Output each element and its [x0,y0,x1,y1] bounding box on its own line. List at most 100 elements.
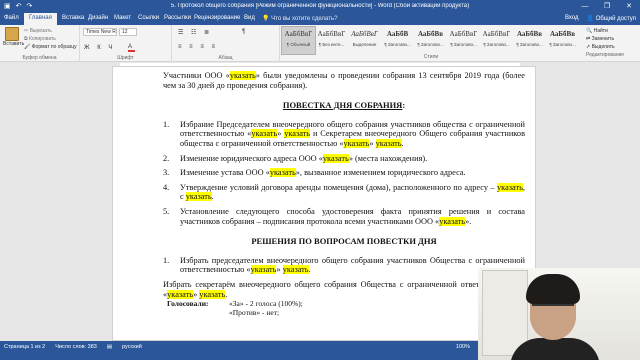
votes-block: Голосовали: «За» - 2 голоса (100%); «Про… [163,299,525,317]
decision-item: 1. Избрать председателем внеочередного об… [163,256,525,275]
clipboard-group-label: Буфер обмена [22,55,57,61]
save-icon[interactable]: ▣ [4,2,11,10]
signin-link[interactable]: Вход [565,15,579,22]
style-name: ¶ Заголово... [417,42,444,47]
style-name: ¶ Заголово... [483,42,510,47]
minimize-button[interactable]: — [574,0,596,13]
secretary-paragraph: Избрать секретарём внеочередного общего … [163,280,525,299]
font-group: Times New R 12 Ж К Ч A Шрифт [80,25,172,62]
search-icon: 🔍 [586,28,594,34]
tell-me-search[interactable]: 💡 Что вы хотите сделать? [262,15,337,22]
font-group-label: Шрифт [117,55,134,61]
tab-file[interactable]: Файл [4,15,19,21]
agenda-item: 3. Изменение устава ООО «указать», вызван… [163,168,525,178]
share-button[interactable]: 👤 Общий доступ [587,15,636,22]
redo-icon[interactable]: ↷ [27,2,33,10]
style-sample: АаБбВвГ [351,30,378,38]
title-bar: ▣ ↶ ↷ 5. Протокол общего собрания [Режим… [0,0,640,13]
style-heading-5[interactable]: АаБбВв ¶ Заголово... [513,27,546,54]
pilcrow-icon[interactable]: ¶ [242,29,248,35]
maximize-button[interactable]: ❐ [596,0,618,13]
highlighted-text: указать [251,129,278,139]
style-name: ¶ Заголово... [384,42,411,47]
text-run: » [276,265,283,275]
tab-insert[interactable]: Вставка [62,15,84,21]
format-painter-button[interactable]: 🖌 Формат по образцу [24,44,77,50]
tab-mailings[interactable]: Рассылки [164,15,191,21]
style-heading-6[interactable]: АаБбВв ¶ Заголово... [546,27,579,54]
style-heading-1[interactable]: АаБбВ ¶ Заголово... [381,27,414,54]
font-color-icon[interactable]: A [128,44,136,52]
highlighted-text: указать [269,168,296,178]
webcam-person-glasses [532,304,574,312]
tab-references[interactable]: Ссылки [138,15,159,21]
font-name-select[interactable]: Times New R [83,28,117,36]
zoom-level[interactable]: 100% [456,344,470,350]
find-button[interactable]: 🔍 Найти [586,27,624,35]
highlighted-text: указать [439,216,466,226]
highlighted-text: указать [343,138,370,148]
highlighted-text: указать [375,138,402,148]
undo-icon[interactable]: ↶ [16,2,22,10]
agenda-item: 2. Изменение юридического адреса ООО «ука… [163,153,525,164]
replace-button[interactable]: ⇄ Заменить [586,35,624,43]
ribbon-tabs: Файл Главная Вставка Дизайн Макет Ссылки… [0,13,640,25]
list-buttons-icon[interactable]: ☰ ☷ ≣ [178,29,212,36]
heading-colon: : [402,100,406,111]
style-name: ¶ Заголово... [549,42,576,47]
tab-view[interactable]: Вид [244,15,255,21]
copy-button[interactable]: ⧉ Копировать [24,36,56,42]
document-body[interactable]: Участники ООО «указать» были уведомлены … [163,71,525,317]
style-sample: АаБбВв [549,30,576,38]
language-indicator[interactable]: русский [122,344,142,350]
select-button[interactable]: ➚ Выделить [586,43,624,51]
style-emphasis[interactable]: АаБбВвГ Выделение [348,27,381,54]
align-buttons-icon[interactable]: ≡ ≡ ≡ ≡ [178,44,218,50]
highlighted-text: указать [497,182,523,192]
text-run: . [401,138,404,148]
bold-italic-underline-buttons[interactable]: Ж К Ч [84,45,115,51]
votes-spacer [163,308,229,317]
clipboard-icon [5,27,19,41]
text-run: . [225,289,228,299]
document-page[interactable]: Участники ООО «указать» были уведомлены … [112,66,536,341]
paste-label: Вставить [3,41,25,47]
style-no-spacing[interactable]: АаБбВвГ ¶ Без инте... [315,27,348,54]
cut-button[interactable]: ✂ Вырезать [24,28,52,34]
paragraph-group: ☰ ☷ ≣ ≡ ≡ ≡ ≡ ¶ Абзац [172,25,280,62]
agenda-item: 4. Утверждение условий договора аренды по… [163,182,525,202]
paragraph-group-label: Абзац [218,55,233,61]
style-sample: АаБбВвГ [284,30,313,38]
style-heading-4[interactable]: АаБбВвГ ¶ Заголово... [480,27,513,54]
find-label: Найти [593,28,608,34]
text-run: » [369,138,376,148]
agenda-item: 1. Избрание Председателем внеочередного о… [163,120,525,149]
cut-label: Вырезать [29,28,52,34]
votes-label: Голосовали: [167,299,209,309]
text-run: . [308,265,311,275]
proofing-icon[interactable]: ▤ [107,344,112,350]
text-run: » (места нахождения). [348,153,428,163]
style-name: ¶ Заголово... [516,42,543,47]
tab-design[interactable]: Дизайн [88,15,108,21]
format-painter-label: Формат по образцу [31,44,77,50]
style-heading-3[interactable]: АаБбВвГ ¶ Заголово... [447,27,480,54]
style-sample: АаБбВ [386,30,409,38]
editing-group-label: Редактирование [586,52,625,58]
font-size-select[interactable]: 12 [119,28,137,36]
tab-home[interactable]: Главная [24,13,57,25]
paste-button[interactable]: Вставить [3,27,25,47]
text-run: Изменение устава ООО « [180,168,270,178]
tab-layout[interactable]: Макет [114,15,131,21]
close-button[interactable]: ✕ [618,0,640,13]
page-count[interactable]: Страница 1 из 2 [4,344,45,350]
word-count[interactable]: Число слов: 383 [55,344,97,350]
tab-review[interactable]: Рецензирование [194,15,240,21]
text-run: Утверждение условий договора аренды поме… [180,182,498,192]
style-sample: АаБбВвГ [449,30,478,38]
highlighted-text: указать [282,265,309,275]
style-heading-2[interactable]: АаБбВв ¶ Заголово... [414,27,447,54]
style-normal[interactable]: АаБбВвГ ¶ Обычный [281,26,316,55]
copy-label: Копировать [28,36,56,42]
agenda-heading: ПОВЕСТКА ДНЯ СОБРАНИЯ: [163,100,525,111]
